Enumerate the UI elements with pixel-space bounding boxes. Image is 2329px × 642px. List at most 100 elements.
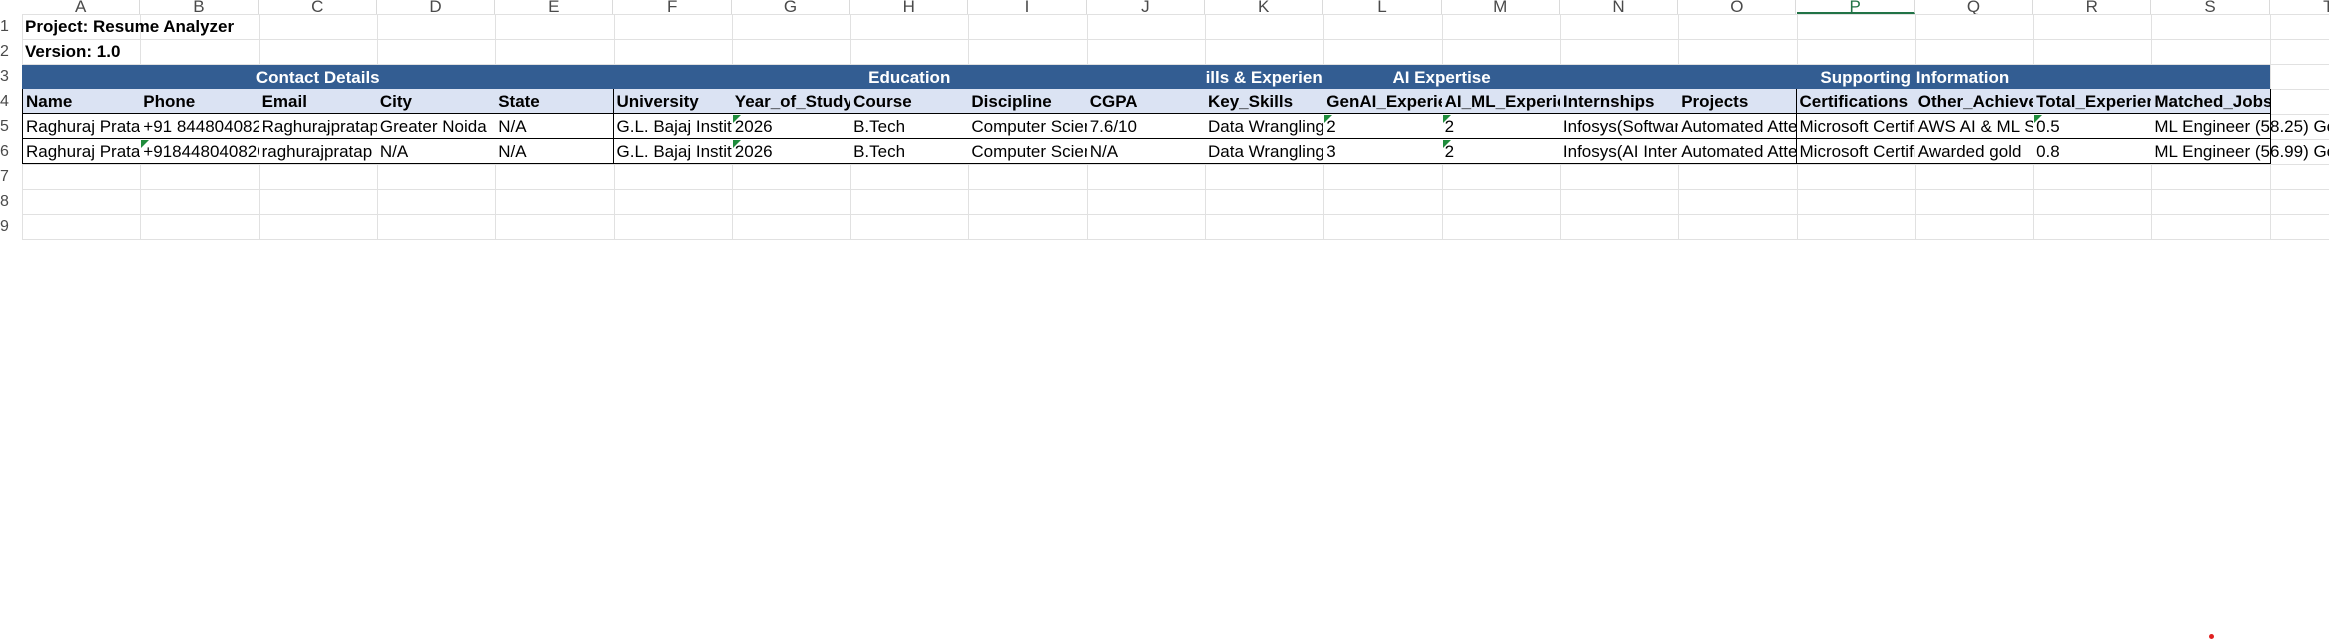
column-header-d[interactable]: D	[376, 0, 496, 15]
error-indicator-icon	[1442, 115, 1451, 123]
column-header-n[interactable]: N	[1559, 0, 1679, 15]
table-cell[interactable]: 7.6/10	[1086, 114, 1206, 139]
table-cell[interactable]: 3	[1323, 139, 1443, 164]
group-header-1[interactable]: Contact Details	[22, 65, 614, 90]
group-header-5[interactable]: Supporting Information	[1560, 65, 2270, 90]
table-cell[interactable]: Raghuraj Pratap	[22, 114, 142, 139]
column-title-key-skills[interactable]: Key_Skills	[1205, 89, 1325, 114]
column-header-e[interactable]: E	[495, 0, 614, 15]
error-indicator-icon	[141, 140, 150, 148]
column-title-name[interactable]: Name	[22, 89, 142, 114]
table-cell[interactable]: raghurajpratap	[258, 139, 378, 164]
column-header-r[interactable]: R	[2033, 0, 2152, 15]
column-title-phone[interactable]: Phone	[140, 89, 260, 114]
column-title-other-achievements[interactable]: Other_Achievements	[1914, 89, 2035, 114]
column-title-course[interactable]: Course	[850, 89, 970, 114]
table-cell[interactable]: 0.5	[2033, 114, 2153, 139]
row-header-6[interactable]: 6	[0, 139, 22, 164]
column-title-discipline[interactable]: Discipline	[968, 89, 1088, 114]
table-cell[interactable]: N/A	[376, 139, 497, 164]
table-cell[interactable]: Data Wrangling	[1205, 114, 1325, 139]
row-header-2[interactable]: 2	[0, 39, 22, 64]
column-title-genai-experience[interactable]: GenAI_Experience	[1323, 89, 1443, 114]
column-header-c[interactable]: C	[258, 0, 377, 15]
table-cell[interactable]: G.L. Bajaj Institute	[613, 114, 733, 139]
column-header-p[interactable]: P	[1796, 0, 1915, 15]
column-title-university[interactable]: University	[613, 89, 733, 114]
table-cell[interactable]: AWS AI & ML Scholar	[1914, 114, 2035, 139]
column-title-matched-jobs[interactable]: Matched_Jobs	[2151, 89, 2271, 114]
column-header-o[interactable]: O	[1678, 0, 1797, 15]
table-cell[interactable]: Greater Noida	[376, 114, 497, 139]
grid-row-line	[22, 189, 2329, 190]
table-cell[interactable]: +918448040820	[140, 139, 260, 164]
table-cell[interactable]: Awarded gold	[1914, 139, 2035, 164]
column-header-b[interactable]: B	[140, 0, 259, 15]
row-header-1[interactable]: 1	[0, 14, 22, 39]
table-cell[interactable]: 0.8	[2033, 139, 2153, 164]
row-header-3[interactable]: 3	[0, 64, 22, 89]
grid-row-line	[22, 14, 2329, 15]
table-cell[interactable]: N/A	[495, 114, 615, 139]
column-title-projects[interactable]: Projects	[1678, 89, 1798, 114]
table-cell[interactable]: Infosys(Software	[1559, 114, 1680, 139]
table-cell[interactable]: 2026	[731, 114, 852, 139]
group-header-4[interactable]: AI Expertise	[1323, 65, 1560, 90]
table-cell[interactable]: 2	[1323, 114, 1443, 139]
column-header-t[interactable]: T	[2269, 0, 2329, 15]
table-cell[interactable]: Computer Science	[968, 139, 1088, 164]
table-cell[interactable]: Raghurajpratap	[258, 114, 378, 139]
table-cell[interactable]: ML Engineer (58.25) Ge	[2151, 114, 2329, 139]
column-title-cgpa[interactable]: CGPA	[1086, 89, 1206, 114]
row-header-7[interactable]: 7	[0, 164, 22, 189]
row-header-8[interactable]: 8	[0, 189, 22, 214]
table-cell[interactable]: B.Tech	[850, 139, 970, 164]
table-cell[interactable]: 2	[1441, 114, 1561, 139]
table-cell[interactable]: 2026	[731, 139, 852, 164]
column-title-certifications[interactable]: Certifications	[1796, 89, 1916, 114]
table-cell[interactable]: Microsoft Certified	[1796, 114, 1916, 139]
column-title-city[interactable]: City	[376, 89, 497, 114]
column-header-i[interactable]: I	[968, 0, 1087, 15]
table-cell[interactable]: +91 8448040820	[140, 114, 260, 139]
column-header-m[interactable]: M	[1441, 0, 1560, 15]
column-title-total-experience[interactable]: Total_Experience	[2033, 89, 2153, 114]
column-header-s[interactable]: S	[2151, 0, 2270, 15]
table-cell[interactable]: ML Engineer (56.99) Ge	[2151, 139, 2329, 164]
grid-row-line	[22, 214, 2329, 215]
table-cell[interactable]: Microsoft Certified	[1796, 139, 1916, 164]
table-cell[interactable]: N/A	[495, 139, 615, 164]
column-title-state[interactable]: State	[495, 89, 615, 114]
table-cell[interactable]: Computer Science	[968, 114, 1088, 139]
column-title-year-of-study[interactable]: Year_of_Study	[731, 89, 852, 114]
table-cell[interactable]: Automated Attendance	[1678, 139, 1798, 164]
table-cell[interactable]: B.Tech	[850, 114, 970, 139]
column-header-h[interactable]: H	[850, 0, 969, 15]
column-header-k[interactable]: K	[1205, 0, 1324, 15]
grid-row-line	[22, 239, 2329, 240]
column-header-a[interactable]: A	[22, 0, 141, 15]
table-cell[interactable]: Data Wrangling	[1205, 139, 1325, 164]
row-header-5[interactable]: 5	[0, 114, 22, 139]
table-cell[interactable]: G.L. Bajaj Institute	[613, 139, 733, 164]
table-cell[interactable]: 2	[1441, 139, 1561, 164]
column-title-ai-ml-experience[interactable]: AI_ML_Experience	[1441, 89, 1561, 114]
group-header-3[interactable]: ills & Experien	[1205, 65, 1323, 90]
version-cell[interactable]: Version: 1.0	[22, 39, 140, 64]
row-header-9[interactable]: 9	[0, 214, 22, 239]
column-header-g[interactable]: G	[731, 0, 851, 15]
table-cell[interactable]: N/A	[1086, 139, 1206, 164]
table-cell[interactable]: Infosys(AI Intern	[1559, 139, 1680, 164]
column-title-email[interactable]: Email	[258, 89, 378, 114]
group-header-2[interactable]: Education	[614, 65, 1206, 90]
column-header-l[interactable]: L	[1323, 0, 1442, 15]
column-header-f[interactable]: F	[613, 0, 732, 15]
row-header-4[interactable]: 4	[0, 89, 22, 114]
spreadsheet-grid[interactable]: A B C D E F G H I J K L M N O P Q R S T 1 2 3 4 5 6 7 8 9 Project: Re…	[0, 0, 2329, 642]
column-title-internships[interactable]: Internships	[1559, 89, 1680, 114]
table-cell[interactable]: Raghuraj Pratap	[22, 139, 142, 164]
column-header-j[interactable]: J	[1086, 0, 1205, 15]
project-title-cell[interactable]: Project: Resume Analyzer	[22, 14, 234, 39]
table-cell[interactable]: Automated Attendance	[1678, 114, 1798, 139]
column-header-q[interactable]: Q	[1914, 0, 2034, 15]
